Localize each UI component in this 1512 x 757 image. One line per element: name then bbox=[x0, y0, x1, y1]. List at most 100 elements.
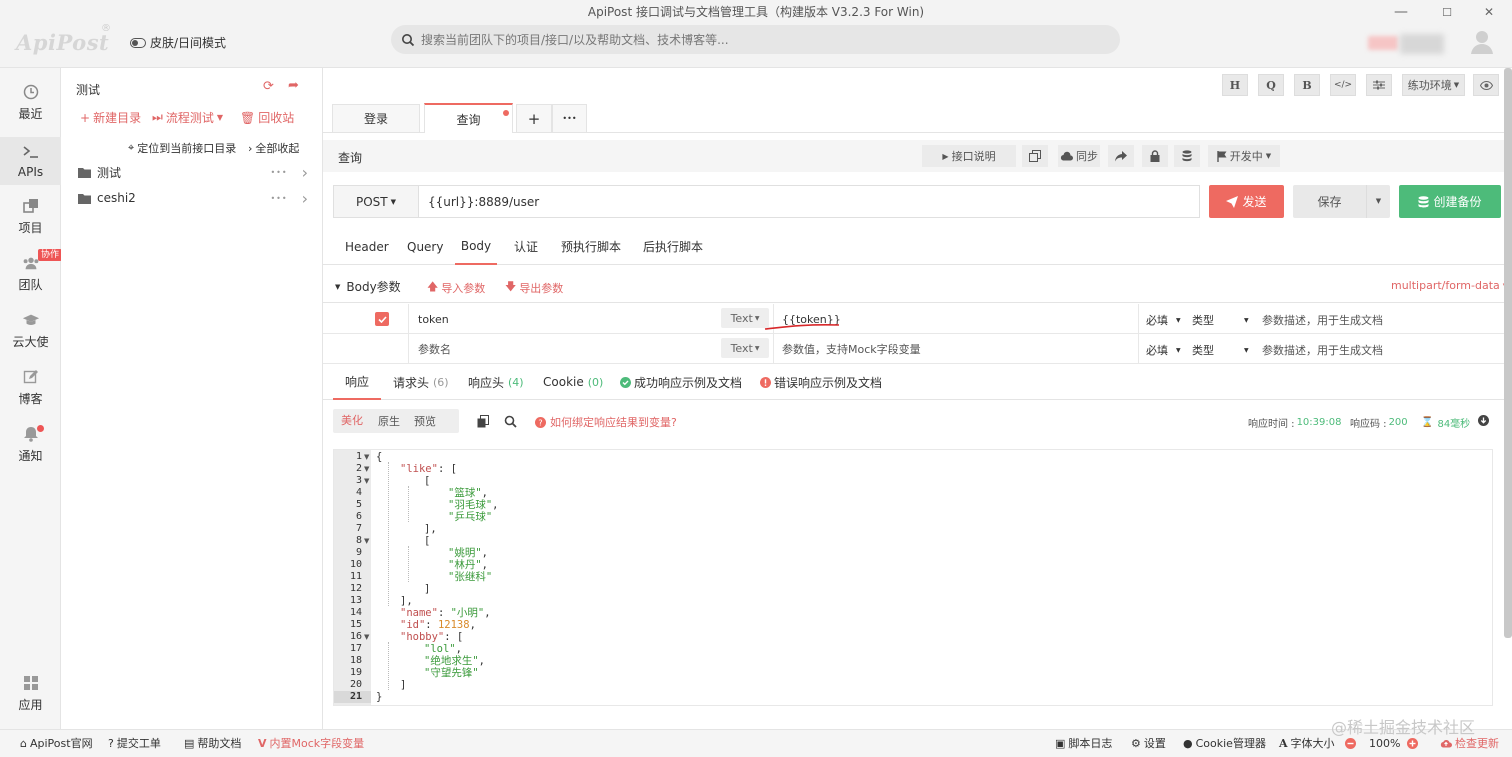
environment-select[interactable]: 练功环境 ▼ bbox=[1402, 74, 1465, 96]
fold-toggle-icon[interactable]: ▼ bbox=[364, 463, 371, 475]
collapse-all-link[interactable]: › 全部收起 bbox=[248, 140, 299, 156]
rail-item-ambassador[interactable]: 云大使 bbox=[0, 306, 61, 354]
code-line: "绝地求生", bbox=[424, 655, 485, 667]
param-type-select[interactable]: Text ▼ bbox=[721, 338, 769, 358]
status-select[interactable]: 开发中 ▼ bbox=[1208, 145, 1280, 167]
subtab-header[interactable]: Header bbox=[345, 228, 389, 265]
footer-script-log[interactable]: ▣ 脚本日志 bbox=[1055, 729, 1112, 757]
kind-select[interactable]: 类型 ▼ bbox=[1192, 305, 1256, 335]
subtab-query[interactable]: Query bbox=[407, 228, 443, 265]
subtab-post-script[interactable]: 后执行脚本 bbox=[643, 228, 703, 265]
param-key-input[interactable]: 参数名 bbox=[418, 334, 718, 364]
param-key-input[interactable]: token bbox=[418, 304, 718, 334]
share-icon[interactable]: ➦ bbox=[288, 78, 299, 93]
url-input[interactable]: {{url}}:8889/user bbox=[419, 185, 1200, 218]
download-response-button[interactable] bbox=[1478, 415, 1489, 426]
copy-response-button[interactable] bbox=[477, 415, 489, 428]
resp-tab-success-example[interactable]: 成功响应示例及文档 bbox=[620, 364, 742, 400]
share-button[interactable] bbox=[1108, 145, 1134, 167]
create-backup-button[interactable]: 创建备份 bbox=[1399, 185, 1501, 218]
database-button[interactable] bbox=[1174, 145, 1200, 167]
param-value-input[interactable]: 参数值，支持Mock字段变量 bbox=[782, 334, 1132, 364]
chevron-right-icon[interactable]: › bbox=[302, 189, 308, 208]
close-button[interactable]: ✕ bbox=[1466, 0, 1512, 24]
footer-official-site[interactable]: ⌂ ApiPost官网 bbox=[20, 729, 93, 757]
rail-item-apps[interactable]: 应用 bbox=[0, 669, 61, 717]
sync-button[interactable]: 同步 bbox=[1058, 145, 1100, 167]
resp-tab-response-headers[interactable]: 响应头 (4) bbox=[468, 364, 524, 400]
rail-item-blog[interactable]: 博客 bbox=[0, 363, 61, 411]
rail-item-recent[interactable]: 最近 bbox=[0, 78, 61, 126]
resp-tab-response[interactable]: 响应 bbox=[333, 364, 381, 400]
global-search[interactable]: 搜索当前团队下的项目/接口/以及帮助文档、技术博客等... bbox=[391, 25, 1120, 54]
fold-toggle-icon[interactable]: ▼ bbox=[364, 535, 371, 547]
footer-submit-ticket[interactable]: ? 提交工单 bbox=[108, 729, 161, 757]
flow-test-link[interactable]: ⏭ 流程测试 ▼ bbox=[152, 109, 223, 126]
response-code-editor[interactable] bbox=[333, 449, 1493, 706]
view-pretty[interactable]: 美化 bbox=[333, 409, 371, 433]
save-button[interactable]: 保存 ▼ bbox=[1293, 185, 1390, 218]
import-params-link[interactable]: 🡅 导入参数 bbox=[427, 278, 485, 297]
send-button[interactable]: 发送 bbox=[1209, 185, 1284, 218]
footer-cookie-manager[interactable]: ● Cookie管理器 bbox=[1183, 729, 1266, 757]
more-tabs-button[interactable]: ••• bbox=[552, 104, 587, 132]
tree-folder-item[interactable]: 测试 ••• › bbox=[78, 159, 308, 185]
skin-mode-toggle[interactable]: 皮肤/日间模式 bbox=[130, 34, 226, 51]
param-desc-input[interactable]: 参数描述，用于生成文档 bbox=[1262, 305, 1383, 335]
view-preview[interactable]: 预览 bbox=[407, 413, 443, 429]
bind-help-link[interactable]: ? 如何绑定响应结果到变量? bbox=[535, 414, 677, 430]
fold-toggle-icon[interactable]: ▼ bbox=[364, 451, 371, 463]
footer-settings[interactable]: ⚙ 设置 bbox=[1131, 729, 1166, 757]
kind-select[interactable]: 类型 ▼ bbox=[1192, 335, 1256, 365]
rail-item-projects[interactable]: 项目 bbox=[0, 192, 61, 240]
add-tab-button[interactable]: + bbox=[516, 104, 552, 132]
method-select[interactable]: POST ▼ bbox=[333, 185, 419, 218]
heading-button[interactable]: H bbox=[1222, 74, 1248, 96]
refresh-icon[interactable]: ⟳ bbox=[263, 79, 274, 94]
body-params-toggle[interactable]: ▼ Body参数 bbox=[335, 278, 401, 295]
recycle-bin-link[interactable]: 🗑 回收站 bbox=[240, 109, 294, 126]
sliders-button[interactable] bbox=[1366, 74, 1392, 96]
more-icon[interactable]: ••• bbox=[270, 168, 287, 177]
chevron-right-icon[interactable]: › bbox=[302, 163, 308, 182]
api-doc-button[interactable]: ▶ 接口说明 bbox=[922, 145, 1016, 167]
footer-mock-vars[interactable]: V 内置Mock字段变量 bbox=[258, 729, 364, 757]
locate-current-link[interactable]: ⌖ 定位到当前接口目录 bbox=[128, 140, 236, 156]
maximize-button[interactable]: ☐ bbox=[1424, 0, 1470, 24]
eye-button[interactable] bbox=[1473, 74, 1499, 96]
tree-folder-item[interactable]: ceshi2 ••• › bbox=[78, 185, 308, 211]
subtab-body[interactable]: Body bbox=[455, 228, 497, 265]
fold-toggle-icon[interactable]: ▼ bbox=[364, 631, 371, 643]
required-select[interactable]: 必填 ▼ bbox=[1146, 305, 1181, 335]
search-response-button[interactable] bbox=[504, 415, 517, 428]
caret-down-icon[interactable]: ▼ bbox=[1366, 185, 1390, 218]
param-type-select[interactable]: Text ▼ bbox=[721, 308, 769, 328]
resp-tab-cookie[interactable]: Cookie (0) bbox=[543, 364, 603, 400]
export-params-link[interactable]: 🡇 导出参数 bbox=[505, 278, 563, 297]
content-type-select[interactable]: multipart/form-data ▼ bbox=[1391, 279, 1508, 292]
footer-help-docs[interactable]: ▤ 帮助文档 bbox=[184, 729, 241, 757]
required-select[interactable]: 必填 ▼ bbox=[1146, 335, 1181, 365]
resp-tab-request-headers[interactable]: 请求头 (6) bbox=[393, 364, 449, 400]
resp-tab-error-example[interactable]: 错误响应示例及文档 bbox=[760, 364, 882, 400]
view-raw[interactable]: 原生 bbox=[371, 413, 407, 429]
tab-query[interactable]: 查询 bbox=[424, 103, 513, 133]
new-directory-link[interactable]: + 新建目录 bbox=[80, 109, 141, 126]
fold-toggle-icon[interactable]: ▼ bbox=[364, 475, 371, 487]
quote-button[interactable]: Q bbox=[1258, 74, 1284, 96]
rail-item-apis[interactable]: APIs bbox=[0, 137, 61, 185]
more-icon[interactable]: ••• bbox=[270, 194, 287, 203]
tab-login[interactable]: 登录 bbox=[332, 104, 420, 132]
subtab-auth[interactable]: 认证 bbox=[514, 228, 538, 265]
rail-item-notify[interactable]: 通知 bbox=[0, 420, 61, 468]
subtab-pre-script[interactable]: 预执行脚本 bbox=[561, 228, 621, 265]
code-button[interactable]: </> bbox=[1330, 74, 1356, 96]
minimize-button[interactable]: — bbox=[1378, 0, 1424, 24]
param-desc-input[interactable]: 参数描述，用于生成文档 bbox=[1262, 335, 1383, 365]
bold-button[interactable]: B bbox=[1294, 74, 1320, 96]
lock-button[interactable] bbox=[1142, 145, 1168, 167]
main-scrollbar[interactable] bbox=[1504, 68, 1512, 638]
param-checkbox[interactable] bbox=[375, 312, 389, 326]
avatar[interactable] bbox=[1468, 27, 1496, 55]
copy-button[interactable] bbox=[1022, 145, 1048, 167]
